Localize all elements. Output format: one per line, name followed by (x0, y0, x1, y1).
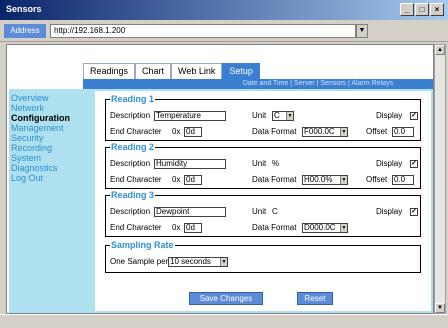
reading-3-format-value: D000.0C (304, 223, 336, 232)
chevron-down-icon: ▼ (340, 224, 347, 232)
unit-label: Unit (252, 207, 267, 216)
vertical-scrollbar[interactable]: ▲ ▼ (434, 44, 446, 314)
reading-3-description-input[interactable]: Dewpoint (154, 207, 226, 217)
display-label: Display (376, 159, 403, 168)
reading-1-unit-select[interactable]: C ▼ (272, 111, 294, 121)
status-bar (0, 314, 448, 328)
sidebar-item-configuration[interactable]: Configuration (11, 113, 81, 123)
sidebar-item-overview[interactable]: Overview (11, 93, 81, 103)
reset-button[interactable]: Reset (297, 292, 333, 305)
sidebar-nav: Overview Network Configuration Managemen… (11, 93, 81, 183)
sidebar-item-diagnostics[interactable]: Diagnostics (11, 163, 81, 173)
display-label: Display (376, 207, 403, 216)
sampling-rate-label: One Sample per (110, 257, 169, 266)
reading-3-legend: Reading 3 (111, 190, 155, 200)
sampling-rate-group: Sampling Rate One Sample per 10 seconds ▼ (105, 241, 421, 273)
reading-3-display-checkbox[interactable]: ✓ (410, 208, 418, 216)
window-controls: _ □ × (400, 3, 444, 16)
maximize-icon[interactable]: □ (415, 3, 429, 16)
reading-1-row-1: Description Temperature Unit C ▼ Display … (110, 110, 418, 122)
sampling-rate-value: 10 seconds (170, 257, 211, 266)
tab-chart[interactable]: Chart (135, 63, 172, 79)
reading-2-offset-input[interactable]: 0.0 (392, 175, 414, 185)
unit-label: Unit (252, 159, 267, 168)
settings-panel: Reading 1 Description Temperature Unit C… (95, 91, 431, 311)
page-content: Readings Chart Web Link Setup Date and T… (6, 44, 434, 314)
reading-3-row-2: End Character 0x 0d Data Format D000.0C ▼ (110, 222, 418, 234)
window-title: Sensors (6, 4, 42, 14)
save-changes-button[interactable]: Save Changes (189, 292, 263, 305)
reading-2-group: Reading 2 Description Humidity Unit % Di… (105, 143, 421, 189)
sidebar-item-management[interactable]: Management (11, 123, 81, 133)
reading-2-description-input[interactable]: Humidity (154, 159, 226, 169)
tab-web-link[interactable]: Web Link (171, 63, 223, 79)
reading-2-format-value: H00.0% (304, 175, 333, 184)
sidebar-item-recording[interactable]: Recording (11, 143, 81, 153)
hex-prefix: 0x (172, 127, 181, 136)
scroll-up-icon[interactable]: ▲ (435, 45, 445, 55)
minimize-icon[interactable]: _ (400, 3, 414, 16)
reading-2-row-2: End Character 0x 0d Data Format H00.0% ▼ … (110, 174, 418, 186)
offset-label: Offset (366, 175, 388, 184)
reading-2-row-1: Description Humidity Unit % Display ✓ (110, 158, 418, 170)
chevron-down-icon: ▼ (340, 128, 347, 136)
reading-1-legend: Reading 1 (111, 94, 155, 104)
data-format-label: Data Format (252, 175, 297, 184)
reading-3-end-char-input[interactable]: 0d (184, 223, 202, 233)
reading-2-legend: Reading 2 (111, 142, 155, 152)
end-character-label: End Character (110, 175, 162, 184)
reading-1-unit-value: C (274, 111, 280, 120)
tab-readings[interactable]: Readings (83, 63, 136, 79)
description-label: Description (110, 159, 151, 168)
sidebar-item-security[interactable]: Security (11, 133, 81, 143)
reading-3-row-1: Description Dewpoint Unit C Display ✓ (110, 206, 418, 218)
tab-bar: Readings Chart Web Link Setup (83, 63, 260, 79)
scroll-down-icon[interactable]: ▼ (435, 303, 445, 313)
hex-prefix: 0x (172, 223, 181, 232)
data-format-label: Data Format (252, 127, 297, 136)
display-label: Display (376, 111, 403, 120)
chevron-down-icon[interactable]: ▼ (356, 24, 368, 38)
sampling-rate-select[interactable]: 10 seconds ▼ (168, 257, 228, 267)
reading-3-format-select[interactable]: D000.0C ▼ (302, 223, 348, 233)
reading-3-unit-value: C (272, 207, 278, 216)
description-label: Description (110, 111, 151, 120)
reading-2-display-checkbox[interactable]: ✓ (410, 160, 418, 168)
reading-1-row-2: End Character 0x 0d Data Format F000.0C ▼… (110, 126, 418, 138)
sidebar-item-system[interactable]: System (11, 153, 81, 163)
sub-nav-links[interactable]: Date and Time | Server | Sensors | Alarm… (243, 79, 393, 89)
data-format-label: Data Format (252, 223, 297, 232)
sidebar-item-network[interactable]: Network (11, 103, 81, 113)
address-bar: Address http://192.168.1.200 ▼ (0, 20, 448, 42)
unit-label: Unit (252, 111, 267, 120)
offset-label: Offset (366, 127, 388, 136)
end-character-label: End Character (110, 127, 162, 136)
reading-1-end-char-input[interactable]: 0d (184, 127, 202, 137)
reading-1-group: Reading 1 Description Temperature Unit C… (105, 95, 421, 141)
sub-nav-band: Date and Time | Server | Sensors | Alarm… (83, 79, 433, 89)
reading-3-group: Reading 3 Description Dewpoint Unit C Di… (105, 191, 421, 237)
end-character-label: End Character (110, 223, 162, 232)
chevron-down-icon: ▼ (340, 176, 347, 184)
window-titlebar: Sensors _ □ × (0, 0, 448, 20)
address-input[interactable]: http://192.168.1.200 (50, 24, 356, 38)
reading-2-end-char-input[interactable]: 0d (184, 175, 202, 185)
chevron-down-icon: ▼ (220, 258, 227, 266)
reading-1-format-value: F000.0C (304, 127, 335, 136)
hex-prefix: 0x (172, 175, 181, 184)
address-label: Address (4, 24, 46, 38)
reading-2-unit-value: % (272, 159, 280, 168)
tab-setup[interactable]: Setup (222, 63, 260, 79)
sampling-rate-row: One Sample per 10 seconds ▼ (110, 256, 418, 268)
sampling-rate-legend: Sampling Rate (111, 240, 174, 250)
description-label: Description (110, 207, 151, 216)
chevron-down-icon: ▼ (286, 112, 293, 120)
reading-2-format-select[interactable]: H00.0% ▼ (302, 175, 348, 185)
reading-1-offset-input[interactable]: 0.0 (392, 127, 414, 137)
sidebar-item-log-out[interactable]: Log Out (11, 173, 81, 183)
reading-1-description-input[interactable]: Temperature (154, 111, 226, 121)
close-icon[interactable]: × (430, 3, 444, 16)
reading-1-display-checkbox[interactable]: ✓ (410, 112, 418, 120)
reading-1-format-select[interactable]: F000.0C ▼ (302, 127, 348, 137)
